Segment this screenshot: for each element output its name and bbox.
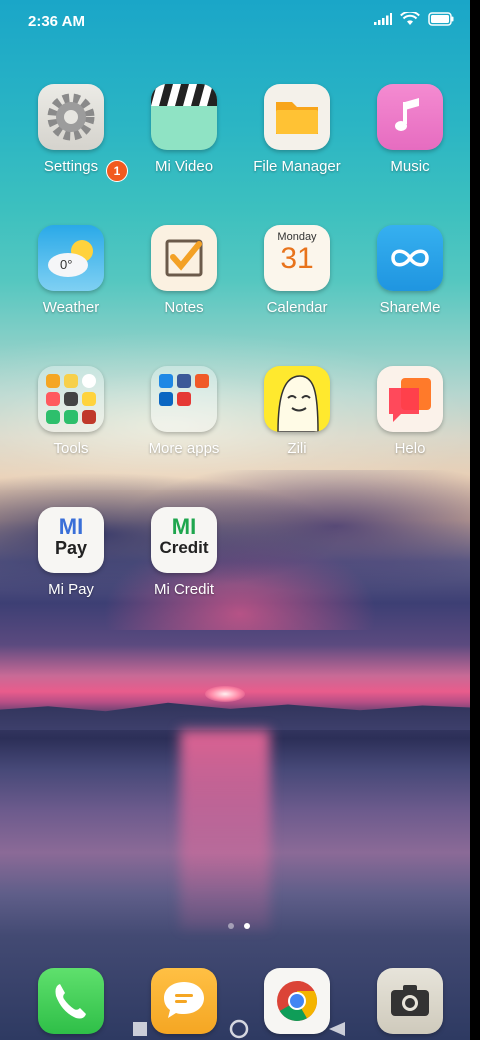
page-dot-1[interactable] <box>228 923 234 929</box>
battery-icon <box>428 12 454 26</box>
clock: 2:36 AM <box>28 13 85 30</box>
folder-tools[interactable]: Tools <box>16 366 126 457</box>
navigation-bar <box>0 1018 470 1040</box>
notification-badge: 1 <box>106 160 128 182</box>
recents-icon[interactable] <box>133 1022 147 1036</box>
helo-chat-icon <box>377 366 443 432</box>
folder-more-apps[interactable]: More apps <box>129 366 239 457</box>
app-label-calendar: Calendar <box>266 299 328 316</box>
signal-icon <box>374 13 392 25</box>
app-file-manager[interactable]: File Manager <box>242 84 352 175</box>
app-label-file-manager: File Manager <box>253 158 341 175</box>
infinity-icon <box>377 225 443 291</box>
back-icon[interactable] <box>329 1022 345 1036</box>
app-label-more-apps: More apps <box>148 440 220 457</box>
app-label-weather: Weather <box>42 299 100 316</box>
weather-icon: 0° <box>38 225 104 291</box>
app-label-helo: Helo <box>394 440 426 457</box>
mi-logo-credit: MI <box>171 514 197 539</box>
video-clapper-icon <box>151 84 217 150</box>
app-weather[interactable]: 0° Weather <box>16 225 126 316</box>
app-settings[interactable]: Settings 1 <box>16 84 128 182</box>
weather-temperature: 0° <box>60 257 73 272</box>
page-dot-2[interactable] <box>244 923 250 929</box>
app-mi-credit[interactable]: MI Credit Mi Credit <box>129 507 239 598</box>
app-label-notes: Notes <box>164 299 204 316</box>
notes-check-icon <box>151 225 217 291</box>
calendar-date: 31 <box>280 242 314 275</box>
status-icons <box>374 12 454 26</box>
page-indicator <box>228 923 250 929</box>
zili-face-icon <box>264 366 330 432</box>
app-helo[interactable]: Helo <box>355 366 465 457</box>
mi-logo-pay: MI <box>58 514 84 539</box>
app-label-mi-credit: Mi Credit <box>153 581 214 598</box>
music-note-icon <box>377 84 443 150</box>
app-label-mi-video: Mi Video <box>154 158 214 175</box>
mi-credit-icon-text: Credit <box>159 538 209 557</box>
app-label-tools: Tools <box>53 440 89 457</box>
app-mi-pay[interactable]: MI Pay Mi Pay <box>16 507 126 598</box>
app-calendar[interactable]: Monday 31 Calendar <box>242 225 352 316</box>
calendar-icon: Monday 31 <box>264 225 330 291</box>
mi-pay-icon: MI Pay <box>38 507 104 573</box>
app-shareme[interactable]: ShareMe <box>355 225 465 316</box>
app-zili[interactable]: Zili <box>242 366 352 457</box>
tools-folder-icon <box>38 366 104 432</box>
app-label-zili: Zili <box>287 440 307 457</box>
app-notes[interactable]: Notes <box>129 225 239 316</box>
wifi-icon <box>400 12 420 25</box>
status-bar: 2:36 AM <box>0 0 470 44</box>
settings-icon <box>38 84 104 150</box>
mi-pay-icon-text: Pay <box>54 538 88 558</box>
app-label-shareme: ShareMe <box>379 299 441 316</box>
app-label-music: Music <box>390 158 430 175</box>
app-mi-video[interactable]: Mi Video <box>129 84 239 175</box>
app-music[interactable]: Music <box>355 84 465 175</box>
mi-credit-icon: MI Credit <box>151 507 217 573</box>
app-label-mi-pay: Mi Pay <box>48 581 94 598</box>
folder-icon <box>264 84 330 150</box>
more-apps-folder-icon <box>151 366 217 432</box>
home-icon[interactable] <box>229 1019 249 1039</box>
